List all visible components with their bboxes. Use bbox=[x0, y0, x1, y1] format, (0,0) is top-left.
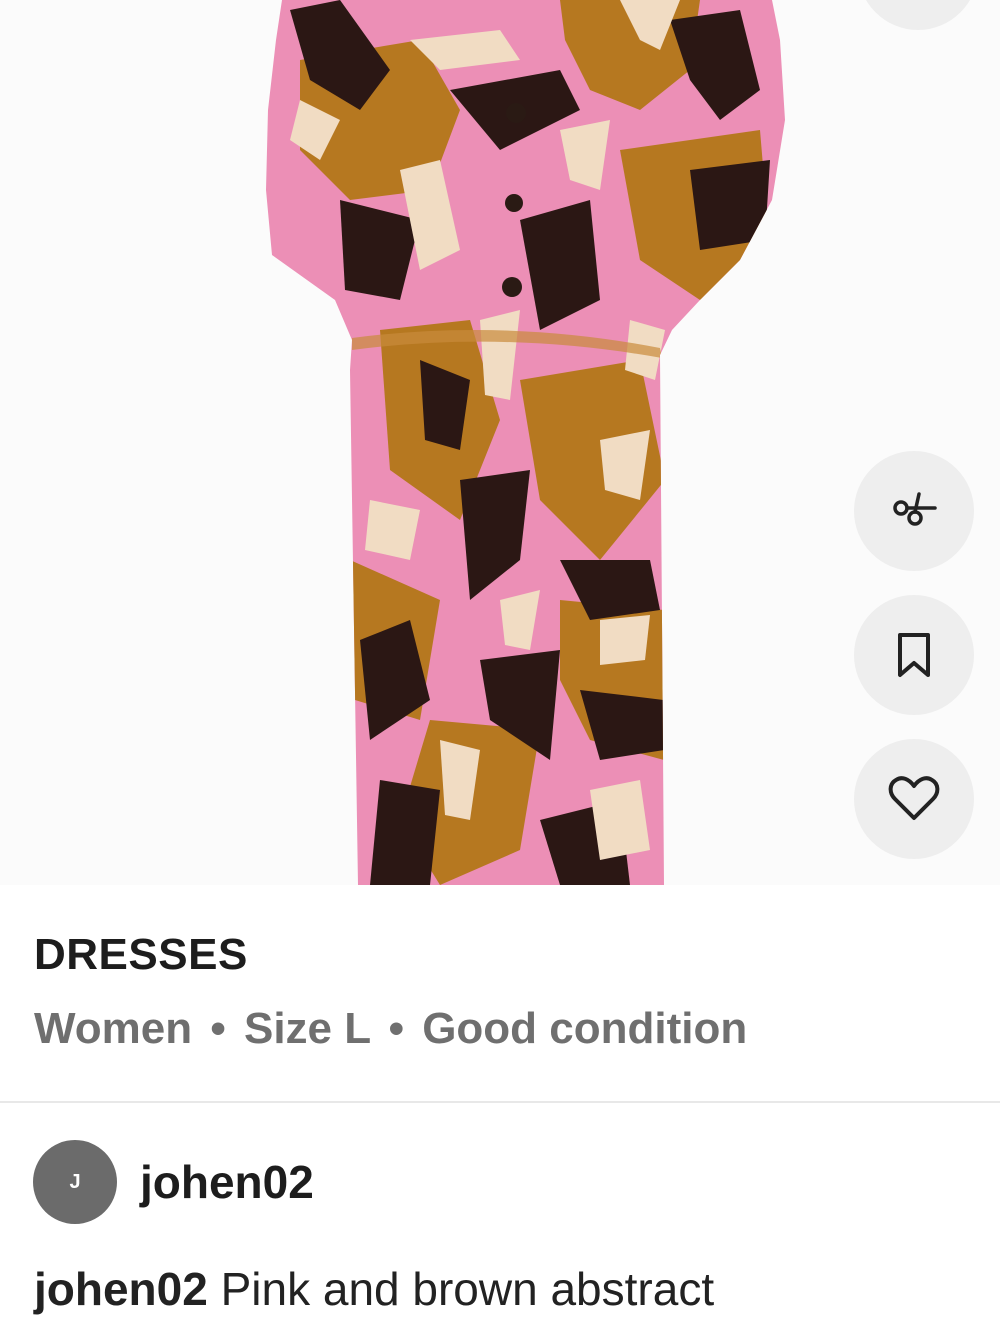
product-photo[interactable] bbox=[0, 0, 1000, 885]
listing-description: johen02 Pink and brown abstract bbox=[34, 1262, 714, 1316]
separator-dot: • bbox=[210, 1004, 226, 1053]
gender-label: Women bbox=[34, 1004, 193, 1053]
separator-dot: • bbox=[388, 1004, 404, 1053]
share-icon bbox=[893, 492, 937, 526]
seller-avatar[interactable]: J bbox=[33, 1140, 117, 1224]
bookmark-icon bbox=[898, 633, 930, 677]
avatar-initial: J bbox=[69, 1170, 81, 1193]
divider bbox=[0, 1101, 1000, 1103]
like-button[interactable] bbox=[854, 739, 974, 859]
listing-meta: Women • Size L • Good condition bbox=[34, 1004, 747, 1054]
heart-icon bbox=[888, 776, 940, 820]
description-text: Pink and brown abstract bbox=[220, 1263, 715, 1315]
size-label: Size L bbox=[243, 1004, 371, 1053]
save-button[interactable] bbox=[854, 595, 974, 715]
seller-username-link[interactable]: johen02 bbox=[140, 1155, 314, 1209]
dress-image bbox=[266, 0, 785, 885]
description-username[interactable]: johen02 bbox=[34, 1263, 208, 1315]
category-title: DRESSES bbox=[34, 930, 248, 979]
share-button[interactable] bbox=[854, 451, 974, 571]
condition-label: Good condition bbox=[422, 1004, 748, 1053]
